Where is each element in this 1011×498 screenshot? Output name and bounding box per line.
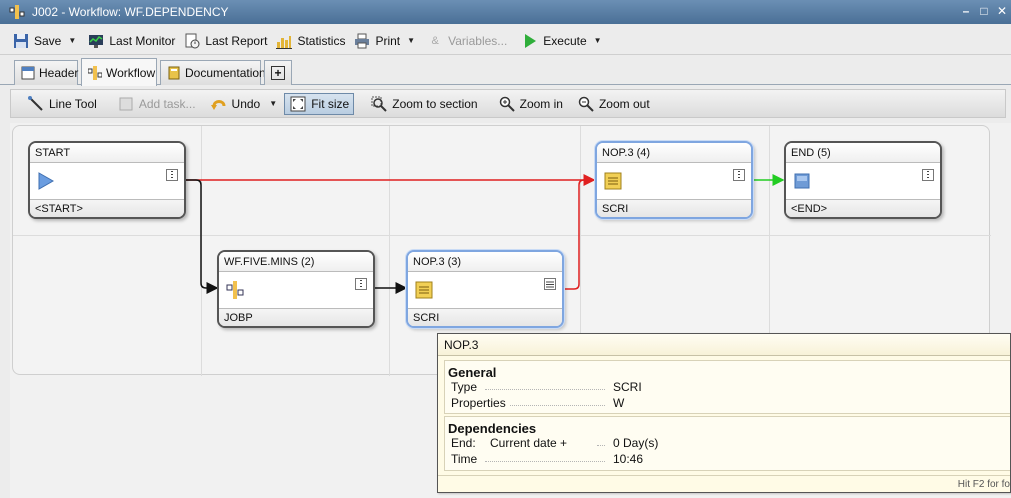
zoom-to-section-button[interactable]: Zoom to section bbox=[366, 92, 481, 116]
dependencies-heading: Dependencies bbox=[448, 421, 537, 436]
printer-icon bbox=[353, 32, 371, 50]
undo-icon bbox=[210, 95, 228, 113]
zoom-out-button[interactable]: Zoom out bbox=[573, 92, 654, 116]
zoom-out-icon bbox=[577, 95, 595, 113]
node-nop3-4[interactable]: NOP.3 (4) SCRI bbox=[595, 141, 753, 219]
report-clock-icon bbox=[183, 32, 201, 50]
script-icon bbox=[603, 171, 623, 191]
print-dropdown-icon[interactable]: ▼ bbox=[404, 29, 418, 53]
script-icon bbox=[414, 280, 434, 300]
node-type: <END> bbox=[786, 199, 940, 217]
type-row: Type SCRI bbox=[451, 380, 642, 394]
node-tooltip: NOP.3 General Type SCRI Properties W Dep… bbox=[437, 333, 1011, 493]
tooltip-title: NOP.3 bbox=[438, 334, 1010, 356]
close-icon[interactable]: ✕ bbox=[994, 3, 1010, 19]
node-type: <START> bbox=[30, 199, 184, 217]
undo-dropdown-icon[interactable]: ▼ bbox=[266, 92, 280, 116]
workflow-icon bbox=[88, 65, 102, 81]
end-square-icon bbox=[792, 171, 812, 191]
tooltip-general-section: General Type SCRI Properties W bbox=[444, 360, 1010, 414]
tab-add[interactable]: + bbox=[264, 60, 292, 85]
tooltip-hint: Hit F2 for fo bbox=[957, 479, 1010, 490]
node-title: NOP.3 (3) bbox=[408, 252, 562, 272]
node-title: NOP.3 (4) bbox=[597, 143, 751, 163]
node-menu-icon[interactable] bbox=[544, 278, 556, 290]
print-button[interactable]: Print bbox=[349, 29, 404, 53]
variables-button[interactable]: & Variables... bbox=[422, 29, 511, 53]
start-triangle-icon bbox=[36, 171, 56, 191]
zoom-in-icon bbox=[498, 95, 516, 113]
bar-chart-icon bbox=[275, 32, 293, 50]
end-row: End: Current date + 0 Day(s) bbox=[451, 436, 659, 450]
time-row: Time 10:46 bbox=[451, 452, 644, 466]
save-dropdown-icon[interactable]: ▼ bbox=[65, 29, 79, 53]
execute-button[interactable]: Execute bbox=[517, 29, 590, 53]
line-tool-icon bbox=[27, 95, 45, 113]
node-menu-icon[interactable] bbox=[922, 169, 934, 181]
node-nop3-3[interactable]: NOP.3 (3) SCRI bbox=[406, 250, 564, 328]
node-start[interactable]: START <START> bbox=[28, 141, 186, 219]
undo-button[interactable]: Undo bbox=[206, 92, 265, 116]
node-end[interactable]: END (5) <END> bbox=[784, 141, 942, 219]
last-report-button[interactable]: Last Report bbox=[179, 29, 271, 53]
title-bar: J002 - Workflow: WF.DEPENDENCY – □ ✕ bbox=[0, 0, 1011, 24]
monitor-icon bbox=[87, 32, 105, 50]
add-tab-icon: + bbox=[271, 66, 285, 80]
tab-bar: Header Workflow Documentation + bbox=[0, 57, 1011, 86]
node-type: SCRI bbox=[408, 308, 562, 326]
maximize-icon[interactable]: □ bbox=[976, 3, 992, 19]
header-icon bbox=[21, 65, 35, 81]
node-title: WF.FIVE.MINS (2) bbox=[219, 252, 373, 272]
tab-documentation[interactable]: Documentation bbox=[160, 60, 266, 85]
node-menu-icon[interactable] bbox=[166, 169, 178, 181]
tab-header[interactable]: Header bbox=[14, 60, 78, 85]
variables-icon: & bbox=[431, 34, 439, 47]
node-title: END (5) bbox=[786, 143, 940, 163]
add-task-button[interactable]: Add task... bbox=[113, 92, 200, 116]
zoom-section-icon bbox=[370, 95, 388, 113]
node-title: START bbox=[30, 143, 184, 163]
workflow-toolbar: Line Tool Add task... Undo ▼ Fit size Zo… bbox=[10, 89, 1006, 118]
node-type: JOBP bbox=[219, 308, 373, 326]
floppy-disk-icon bbox=[12, 32, 30, 50]
last-monitor-button[interactable]: Last Monitor bbox=[83, 29, 179, 53]
main-toolbar: Save ▼ Last Monitor Last Report Statisti… bbox=[0, 27, 1011, 55]
tab-workflow[interactable]: Workflow bbox=[81, 58, 157, 86]
general-heading: General bbox=[448, 365, 497, 380]
workflow-app-icon bbox=[8, 3, 26, 21]
window-title: J002 - Workflow: WF.DEPENDENCY bbox=[32, 5, 229, 19]
node-wf-five-mins[interactable]: WF.FIVE.MINS (2) JOBP bbox=[217, 250, 375, 328]
workflow-object-icon bbox=[225, 280, 245, 300]
properties-row: Properties W bbox=[451, 396, 625, 410]
play-icon bbox=[521, 32, 539, 50]
node-menu-icon[interactable] bbox=[733, 169, 745, 181]
fit-size-button[interactable]: Fit size bbox=[284, 92, 355, 115]
zoom-in-button[interactable]: Zoom in bbox=[494, 92, 567, 116]
fit-size-icon bbox=[289, 95, 307, 113]
tooltip-dependencies-section: Dependencies End: Current date + 0 Day(s… bbox=[444, 416, 1010, 471]
node-type: SCRI bbox=[597, 199, 751, 217]
minimize-icon[interactable]: – bbox=[958, 3, 974, 19]
execute-dropdown-icon[interactable]: ▼ bbox=[591, 29, 605, 53]
book-icon bbox=[167, 65, 181, 81]
line-tool-button[interactable]: Line Tool bbox=[23, 92, 101, 116]
node-menu-icon[interactable] bbox=[355, 278, 367, 290]
add-task-icon bbox=[117, 95, 135, 113]
statistics-button[interactable]: Statistics bbox=[271, 29, 349, 53]
save-button[interactable]: Save bbox=[8, 29, 65, 53]
